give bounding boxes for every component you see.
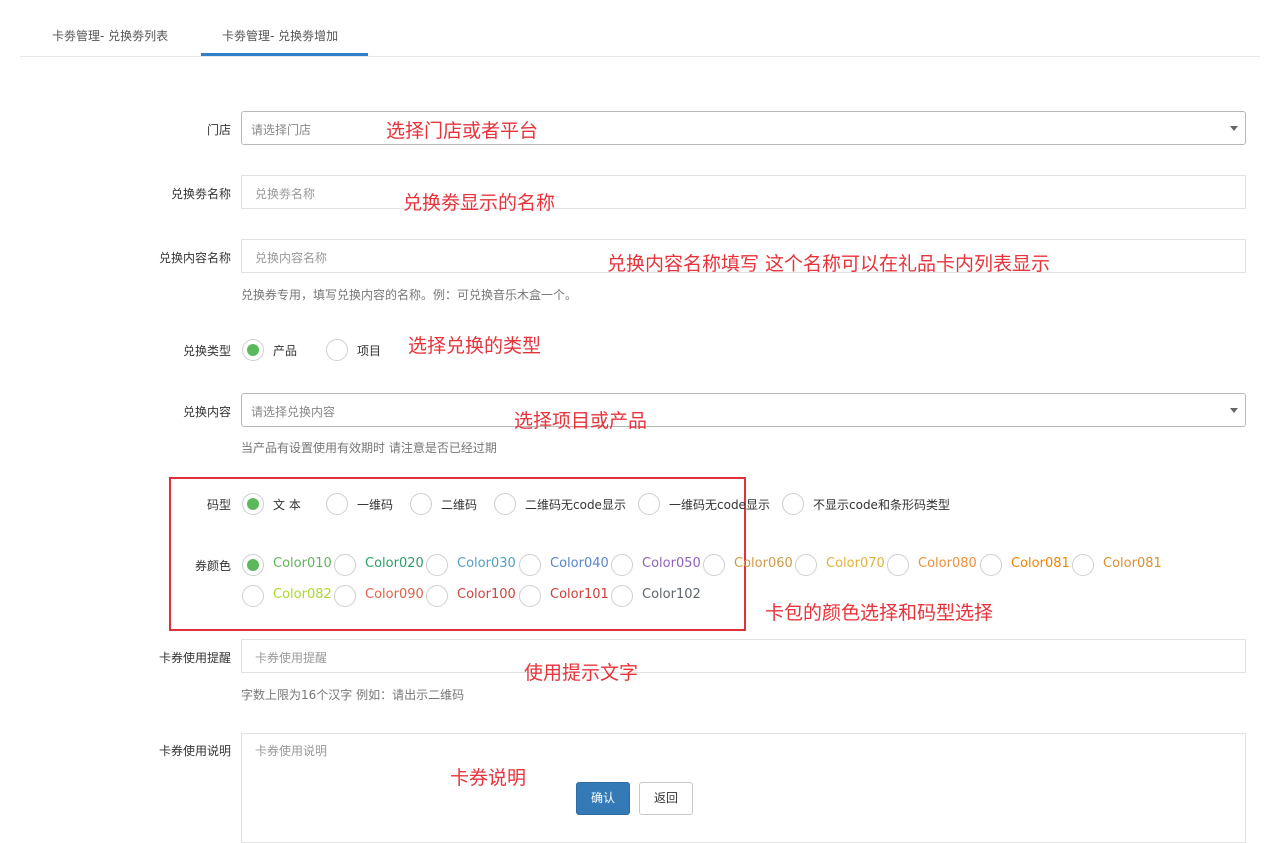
- radio-color-2[interactable]: [334, 554, 356, 576]
- tab-coupon-list[interactable]: 卡劵管理- 兑换劵列表: [52, 27, 168, 44]
- store-label: 门店: [206, 123, 231, 137]
- radio-color-label: Color081: [1103, 556, 1162, 571]
- back-button[interactable]: 返回: [639, 782, 693, 815]
- coupon-name-input[interactable]: 兑换劵名称: [241, 175, 1246, 209]
- radio-color-label: Color102: [642, 587, 701, 602]
- annotation-usage-notice: 使用提示文字: [524, 662, 639, 684]
- usage-notice-help: 字数上限为16个汉字 例如：请出示二维码: [241, 688, 465, 702]
- code-type-label: 码型: [206, 498, 231, 512]
- radio-product[interactable]: [242, 339, 264, 361]
- usage-desc-placeholder: 卡券使用说明: [255, 744, 328, 758]
- radio-color-11[interactable]: [242, 585, 264, 607]
- annotation-coupon-name: 兑换劵显示的名称: [403, 192, 556, 214]
- radio-color-label: Color090: [365, 587, 424, 602]
- radio-code-qrcode-label: 二维码: [441, 498, 478, 512]
- radio-code-barcode-nocode-label: 一维码无code显示: [669, 498, 770, 512]
- radio-code-text[interactable]: [242, 493, 264, 515]
- radio-color-label: Color060: [734, 556, 793, 571]
- exchange-content-label: 兑换内容: [182, 405, 231, 419]
- exchange-content-placeholder: 请选择兑换内容: [251, 405, 336, 419]
- content-name-label: 兑换内容名称: [158, 251, 231, 265]
- radio-color-10[interactable]: [1072, 554, 1094, 576]
- radio-code-none-label: 不显示code和条形码类型: [813, 498, 950, 512]
- radio-color-label: Color082: [273, 587, 332, 602]
- annotation-store: 选择门店或者平台: [386, 120, 539, 142]
- radio-color-12[interactable]: [334, 585, 356, 607]
- radio-code-qrcode-nocode-label: 二维码无code显示: [525, 498, 626, 512]
- usage-notice-input[interactable]: 卡券使用提醒: [241, 639, 1246, 673]
- radio-color-label: Color070: [826, 556, 885, 571]
- radio-project-label: 项目: [357, 344, 382, 358]
- radio-code-qrcode[interactable]: [410, 493, 432, 515]
- usage-desc-label: 卡券使用说明: [158, 744, 231, 758]
- chevron-down-icon: [1230, 126, 1238, 131]
- exchange-type-label: 兑换类型: [182, 344, 231, 358]
- radio-color-label: Color101: [550, 587, 609, 602]
- tabs-divider: [20, 56, 1260, 57]
- confirm-button[interactable]: 确认: [576, 782, 630, 815]
- radio-color-label: Color040: [550, 556, 609, 571]
- radio-color-label: Color080: [918, 556, 977, 571]
- radio-color-label: Color030: [457, 556, 516, 571]
- usage-notice-placeholder: 卡券使用提醒: [255, 651, 328, 665]
- radio-color-7[interactable]: [795, 554, 817, 576]
- radio-color-label: Color050: [642, 556, 701, 571]
- coupon-color-label: 券颜色: [194, 559, 231, 573]
- radio-product-label: 产品: [273, 344, 298, 358]
- radio-color-1[interactable]: [242, 554, 264, 576]
- coupon-name-label: 兑换劵名称: [170, 187, 231, 201]
- tab-coupon-add[interactable]: 卡劵管理- 兑换劵增加: [222, 27, 338, 44]
- annotation-exchange-content: 选择项目或产品: [514, 410, 648, 432]
- store-placeholder: 请选择门店: [251, 123, 312, 137]
- radio-code-barcode[interactable]: [326, 493, 348, 515]
- radio-color-label: Color081: [1011, 556, 1070, 571]
- radio-color-6[interactable]: [703, 554, 725, 576]
- annotation-exchange-type: 选择兑换的类型: [408, 335, 542, 357]
- exchange-content-help: 当产品有设置使用有效期时 请注意是否已经过期: [241, 441, 497, 455]
- chevron-down-icon: [1230, 408, 1238, 413]
- radio-color-8[interactable]: [887, 554, 909, 576]
- content-name-help: 兑换券专用，填写兑换内容的名称。例：可兑换音乐木盒一个。: [241, 288, 578, 302]
- annotation-content-name: 兑换内容名称填写 这个名称可以在礼品卡内列表显示: [607, 253, 1051, 275]
- radio-code-qrcode-nocode[interactable]: [494, 493, 516, 515]
- radio-color-15[interactable]: [611, 585, 633, 607]
- radio-color-3[interactable]: [426, 554, 448, 576]
- content-name-placeholder: 兑换内容名称: [255, 251, 328, 265]
- radio-color-label: Color020: [365, 556, 424, 571]
- radio-color-13[interactable]: [426, 585, 448, 607]
- radio-color-5[interactable]: [611, 554, 633, 576]
- radio-color-9[interactable]: [980, 554, 1002, 576]
- usage-desc-textarea[interactable]: 卡券使用说明: [241, 733, 1246, 843]
- radio-color-4[interactable]: [519, 554, 541, 576]
- radio-color-label: Color100: [457, 587, 516, 602]
- coupon-name-placeholder: 兑换劵名称: [255, 187, 316, 201]
- radio-code-text-label: 文 本: [273, 498, 301, 512]
- radio-color-label: Color010: [273, 556, 332, 571]
- usage-notice-label: 卡券使用提醒: [158, 651, 231, 665]
- annotation-usage-desc: 卡券说明: [450, 767, 527, 789]
- radio-color-14[interactable]: [519, 585, 541, 607]
- radio-code-barcode-label: 一维码: [357, 498, 394, 512]
- radio-code-none[interactable]: [782, 493, 804, 515]
- radio-project[interactable]: [326, 339, 348, 361]
- radio-code-barcode-nocode[interactable]: [638, 493, 660, 515]
- exchange-content-select[interactable]: 请选择兑换内容: [241, 393, 1246, 427]
- annotation-color: 卡包的颜色选择和码型选择: [765, 602, 994, 624]
